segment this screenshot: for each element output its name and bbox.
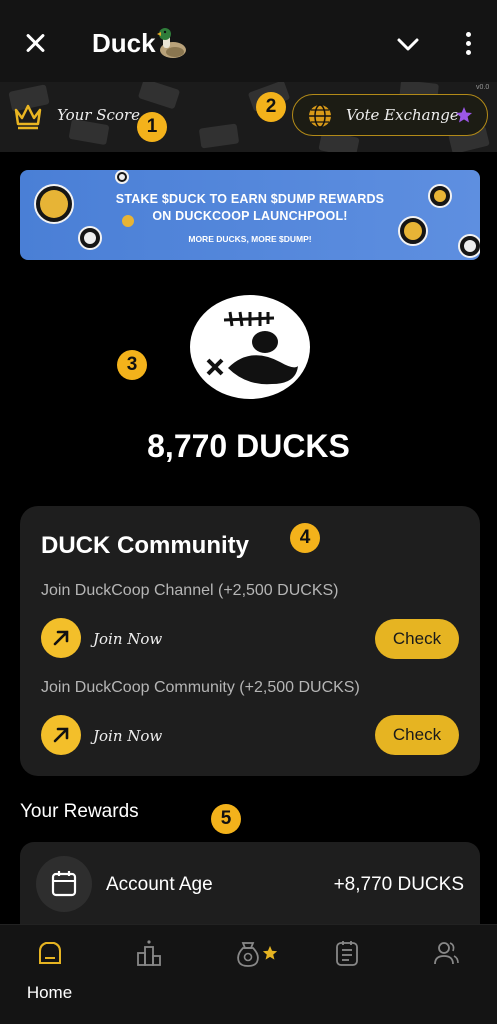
- annotation-badge-3: 3: [117, 350, 147, 380]
- banner-headline-1: STAKE $DUCK TO EARN $DUMP REWARDS: [115, 192, 385, 206]
- duck-mascot-icon: [190, 295, 310, 399]
- join-now-link[interactable]: Join Now: [93, 727, 162, 745]
- arrow-up-right-icon[interactable]: [41, 618, 81, 658]
- score-row: Your Score 1 2 Vote Exchange v0.0: [0, 82, 497, 152]
- bottom-navigation: Home: [0, 924, 497, 1024]
- task-label: Join DuckCoop Channel (+2,500 DUCKS): [41, 582, 339, 599]
- app-title: Duck: [92, 28, 156, 58]
- banner-subline: MORE DUCKS, MORE $DUMP!: [188, 234, 312, 244]
- nav-item-friends[interactable]: [396, 925, 495, 1024]
- balance-total: 8,770 DUCKS: [147, 428, 350, 464]
- check-button[interactable]: Check: [375, 715, 459, 755]
- globe-icon: [309, 104, 331, 128]
- duck-emoji-icon: [157, 28, 186, 58]
- star-icon: [456, 107, 472, 123]
- calendar-icon: [36, 856, 92, 912]
- promo-banner[interactable]: STAKE $DUCK TO EARN $DUMP REWARDS ON DUC…: [20, 170, 480, 260]
- duck-face-coin-icon: [115, 170, 129, 184]
- vote-exchange-label: Vote Exchange: [346, 106, 459, 124]
- annotation-badge-5: 5: [211, 804, 241, 834]
- app-bar: Duck: [0, 0, 497, 82]
- your-score-link[interactable]: Your Score: [57, 106, 140, 124]
- vote-exchange-button[interactable]: Vote Exchange: [292, 94, 488, 136]
- task-label: Join DuckCoop Community (+2,500 DUCKS): [41, 679, 360, 696]
- nav-label-home: Home: [26, 983, 73, 1002]
- community-title: DUCK Community: [41, 532, 249, 559]
- tasks-icon: [336, 941, 358, 966]
- nav-item-home[interactable]: Home: [0, 925, 99, 1024]
- reward-value: +8,770 DUCKS: [333, 874, 464, 895]
- arrow-up-right-icon[interactable]: [41, 715, 81, 755]
- star-icon: [262, 945, 278, 960]
- annotation-badge-1: 1: [137, 112, 167, 142]
- nav-item-leaderboard[interactable]: [99, 925, 198, 1024]
- annotation-badge-4: 4: [290, 523, 320, 553]
- reward-name: Account Age: [106, 874, 213, 895]
- nav-item-tasks[interactable]: [297, 925, 396, 1024]
- nav-item-money-bag[interactable]: [198, 925, 297, 1024]
- join-now-link[interactable]: Join Now: [93, 630, 162, 648]
- more-vertical-icon[interactable]: [458, 30, 478, 58]
- banner-headline-2: ON DUCKCOOP LAUNCHPOOL!: [152, 209, 348, 223]
- annotation-badge-2: 2: [256, 92, 286, 122]
- leaderboard-icon: [137, 940, 161, 966]
- crown-icon: [14, 104, 42, 130]
- check-button[interactable]: Check: [375, 619, 459, 659]
- chevron-down-icon[interactable]: [394, 30, 422, 58]
- version-label: v0.0: [476, 84, 490, 91]
- money-bag-icon: [237, 942, 259, 967]
- close-icon[interactable]: [20, 28, 50, 58]
- reward-row: Account Age +8,770 DUCKS: [20, 842, 480, 926]
- rewards-title: Your Rewards: [20, 801, 139, 822]
- home-icon: [39, 942, 61, 964]
- friends-icon: [434, 942, 459, 965]
- community-card: DUCK Community 4 Join DuckCoop Channel (…: [20, 506, 480, 776]
